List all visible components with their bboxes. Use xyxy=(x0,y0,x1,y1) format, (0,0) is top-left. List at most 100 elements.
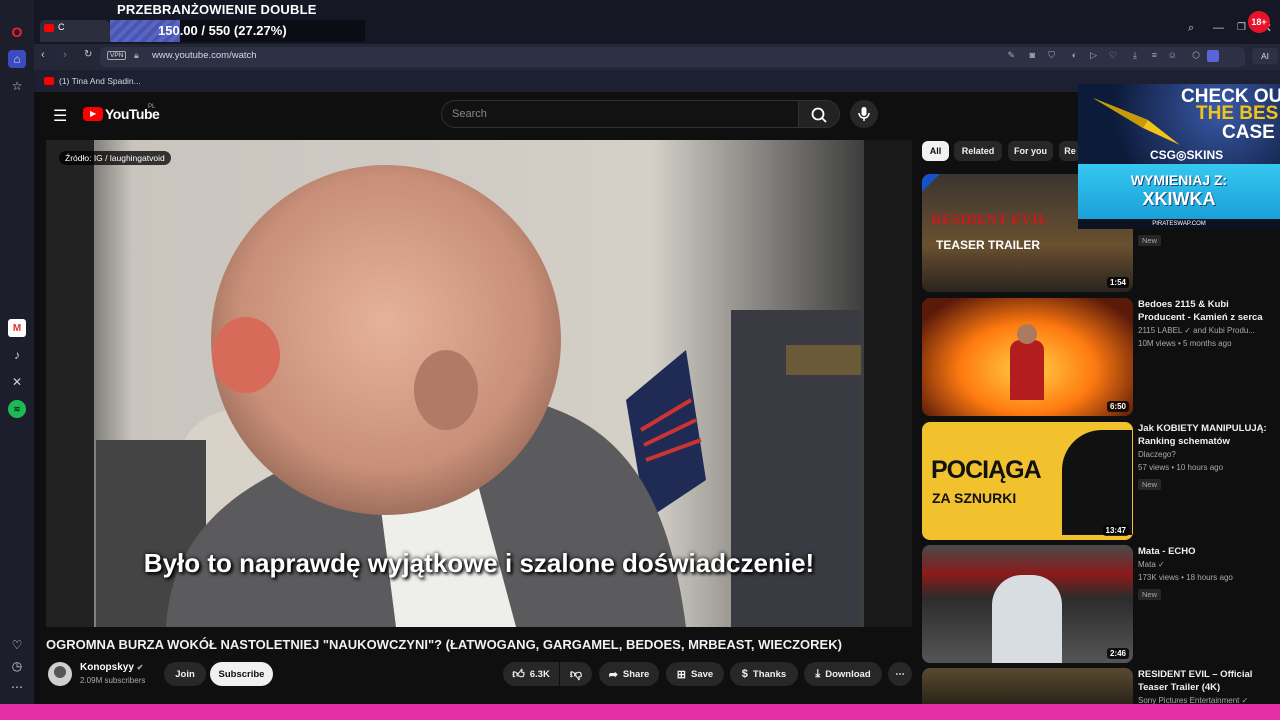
thumb-silhouette xyxy=(1062,430,1132,535)
thanks-button[interactable]: $ Thanks xyxy=(730,662,798,686)
play-icon[interactable]: ▷ xyxy=(1090,50,1097,61)
edit-icon[interactable]: ✎ xyxy=(1007,50,1015,61)
profile-icon[interactable]: ☺ xyxy=(1168,50,1177,60)
youtube-favicon-icon xyxy=(44,77,54,85)
thumb-title: RESIDENT EVIL xyxy=(931,212,1048,228)
share-label: Share xyxy=(622,668,650,680)
extensions-icon[interactable]: ⬡ xyxy=(1192,50,1200,61)
reload-icon[interactable]: ↻ xyxy=(84,49,92,60)
home-icon[interactable]: ⌂ xyxy=(8,50,26,68)
channel-name[interactable]: Konopskyy xyxy=(80,662,134,673)
stream-goal-overlay: PRZEBRANŻOWIENIE DOUBLE TROUBLE XDD 150.… xyxy=(110,0,370,44)
search-icon xyxy=(811,107,827,123)
rec-info[interactable]: Jak KOBIETY MANIPULUJĄ: Ranking schemató… xyxy=(1138,422,1273,492)
channel-avatar[interactable] xyxy=(48,662,72,686)
duration: 6:50 xyxy=(1106,401,1129,412)
browser-tab[interactable]: C xyxy=(40,20,110,42)
thumb-figure-head xyxy=(1017,324,1037,344)
share-icon: ➦ xyxy=(608,668,618,681)
restore-icon[interactable]: ❐ xyxy=(1237,22,1246,33)
sponsor-ad-overlay: CHECK OU THE BES CASE CSG◎SKINS WYMIENIA… xyxy=(1078,84,1280,229)
hamburger-menu-icon[interactable]: ☰ xyxy=(53,106,67,126)
minimize-icon[interactable]: — xyxy=(1213,22,1224,34)
chip-all[interactable]: All xyxy=(922,141,949,161)
age-badge: 18+ xyxy=(1248,11,1270,33)
menu-icon[interactable]: ≡ xyxy=(1152,50,1157,60)
search-button[interactable] xyxy=(798,100,840,128)
like-button[interactable]: 👍︎ 6.3K xyxy=(503,662,559,686)
rec-channel: 2115 LABEL ✓ and Kubi Produ... xyxy=(1138,326,1256,335)
rec-thumbnail[interactable]: POCIĄGA ZA SZNURKI 13:47 xyxy=(922,422,1133,540)
vpn-badge[interactable]: VPN xyxy=(107,51,127,60)
x-icon[interactable]: ✕ xyxy=(8,373,26,391)
bookmark-icon: ⊞ xyxy=(676,668,687,681)
tab-label: C xyxy=(58,22,65,32)
more-actions-button[interactable]: ⋯ xyxy=(888,662,912,686)
search-tabs-icon[interactable]: ⌕ xyxy=(1188,22,1194,35)
rec-thumbnail[interactable]: 6:50 xyxy=(922,298,1133,416)
rec-info[interactable]: Bedoes 2115 & Kubi Producent - Kamień z … xyxy=(1138,298,1273,350)
thumb-subtitle: ZA SZNURKI xyxy=(932,490,1017,506)
ad-brand: CSG◎SKINS xyxy=(1150,148,1224,162)
video-player[interactable]: Źródło: IG / laughingatvoid Było to napr… xyxy=(46,140,912,627)
channel-name-row[interactable]: Konopskyy ✔ xyxy=(80,662,143,673)
shield-icon[interactable]: ⛉ xyxy=(1048,50,1055,61)
search-input[interactable]: Search xyxy=(441,100,799,128)
spotify-icon[interactable]: ≋ xyxy=(8,400,26,418)
chip-label: Re xyxy=(1064,146,1076,156)
more-icon: ⋯ xyxy=(895,668,905,680)
rec-info[interactable]: RESIDENT EVIL – Official Teaser Trailer … xyxy=(1138,668,1273,704)
back-icon[interactable]: ‹ xyxy=(41,49,45,61)
star-icon[interactable]: ☆ xyxy=(8,77,26,95)
rec-info[interactable]: Mata - ECHO Mata ✓ 173K views • 18 hours… xyxy=(1138,545,1273,602)
dislike-button[interactable]: 👎︎ xyxy=(560,662,592,686)
bookmark-item[interactable]: (1) Tina And Spadin... xyxy=(44,74,141,88)
subscriber-count: 2.09M subscribers xyxy=(80,676,146,685)
address-bar[interactable]: VPN 🔒︎ www.youtube.com/watch ✎ ◙ ⛉ ◐ ▷ ♡… xyxy=(100,47,1245,67)
like-count: 6.3K xyxy=(529,668,550,680)
voice-search-button[interactable] xyxy=(850,100,878,128)
ad-line-3: CASE xyxy=(1222,122,1275,143)
subscribe-button[interactable]: Subscribe xyxy=(210,662,273,686)
verified-icon: ✔ xyxy=(136,663,144,672)
tiktok-icon[interactable]: ♪ xyxy=(8,346,26,364)
more-icon[interactable]: ⋯ xyxy=(8,678,26,696)
rec-title: RESIDENT EVIL – Official Teaser Trailer … xyxy=(1138,669,1253,693)
chip-label: All xyxy=(929,146,942,156)
bottom-overlay-strip xyxy=(0,704,1280,720)
chip-related[interactable]: Related xyxy=(954,141,1002,161)
opera-sidebar: O ⌂ ☆ M ♪ ✕ ≋ ♡ ◷ ⋯ xyxy=(0,0,34,720)
camera-icon[interactable]: ◙ xyxy=(1030,50,1035,60)
download-icon[interactable]: ⤓ xyxy=(1133,50,1137,61)
youtube-logo-icon[interactable]: ▶ xyxy=(83,107,103,121)
ad-promo-2: XKIWKA xyxy=(1142,189,1216,209)
thanks-label: Thanks xyxy=(752,668,787,680)
download-button[interactable]: ⤓ Download xyxy=(804,662,882,686)
video-subtitle: Było to naprawdę wyjątkowe i szalone doś… xyxy=(143,548,815,578)
thumb-figure xyxy=(992,575,1062,663)
rec-thumbnail[interactable] xyxy=(922,668,1133,704)
knife-icon xyxy=(1093,98,1180,145)
heart-outline-icon[interactable]: ♡ xyxy=(1109,50,1117,61)
opera-extension-icon[interactable] xyxy=(1207,50,1219,62)
save-button[interactable]: ⊞ Save xyxy=(666,662,724,686)
rec-info[interactable]: New xyxy=(1138,230,1273,248)
video-title: OGROMNA BURZA WOKÓŁ NASTOLETNIEJ "NAUKOW… xyxy=(46,637,842,652)
share-button[interactable]: ➦ Share xyxy=(599,662,659,686)
forward-icon[interactable]: › xyxy=(63,49,67,61)
lock-icon[interactable]: 🔒︎ xyxy=(134,50,139,61)
gmail-icon[interactable]: M xyxy=(8,319,26,337)
chip-for-you[interactable]: For you xyxy=(1008,141,1053,161)
history-icon[interactable]: ◷ xyxy=(8,657,26,675)
bookmark-label: (1) Tina And Spadin... xyxy=(59,76,141,86)
rec-thumbnail[interactable]: 2:46 xyxy=(922,545,1133,663)
ai-button[interactable]: AI xyxy=(1252,48,1278,64)
subscribe-label: Subscribe xyxy=(218,668,265,680)
translate-icon[interactable]: ◐ xyxy=(1072,50,1077,60)
save-label: Save xyxy=(691,668,714,680)
join-button[interactable]: Join xyxy=(164,662,206,686)
rec-meta: 173K views • 18 hours ago xyxy=(1138,573,1233,582)
source-caption: Źródło: IG / laughingatvoid xyxy=(59,151,171,165)
opera-logo-icon[interactable]: O xyxy=(8,23,26,41)
heart-icon[interactable]: ♡ xyxy=(8,636,26,654)
